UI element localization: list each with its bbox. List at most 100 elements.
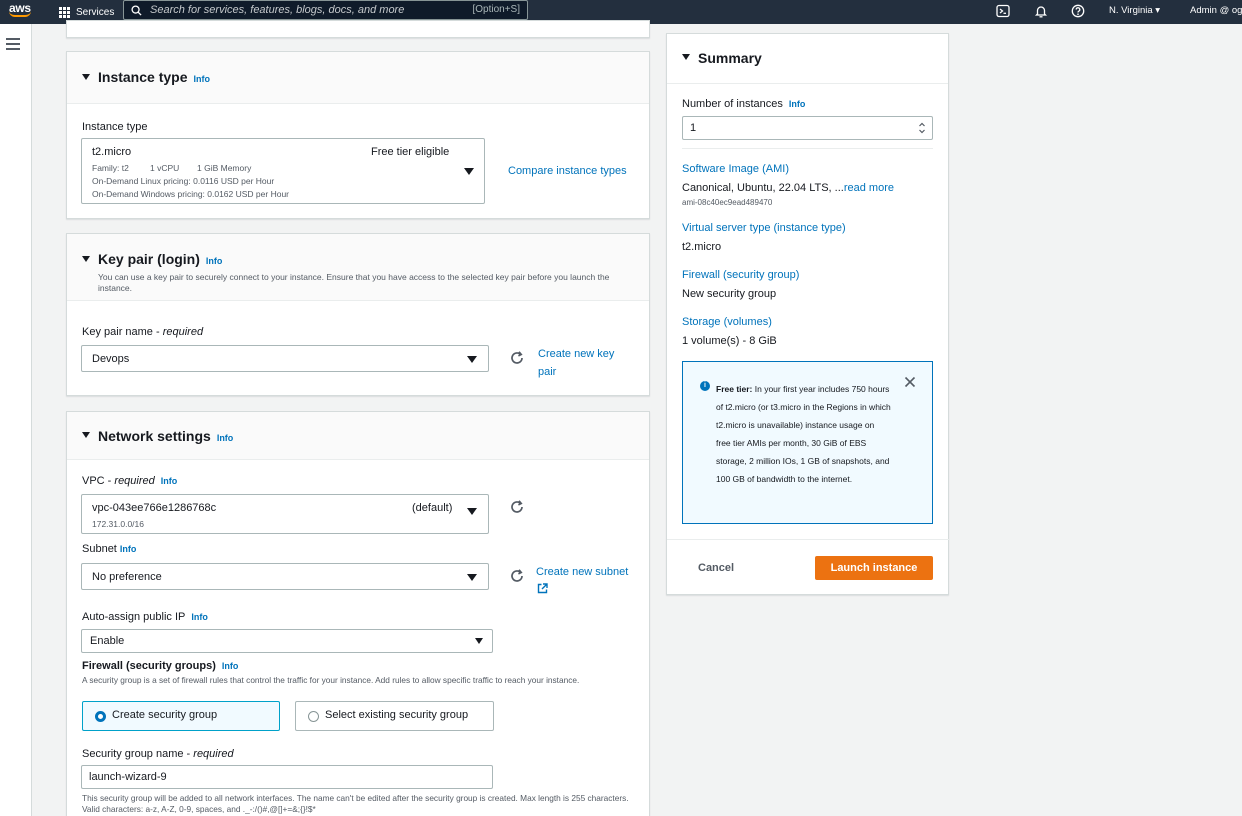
number-of-instances-label: Number of instances Info	[682, 98, 806, 110]
dropdown-caret-icon	[475, 638, 483, 644]
vpc-label: VPC - required Info	[82, 475, 178, 487]
cancel-button[interactable]: Cancel	[698, 562, 734, 574]
search-shortcut-hint: [Option+S]	[472, 4, 520, 15]
side-navigation-strip	[0, 24, 32, 816]
vpc-default-tag: (default)	[412, 502, 453, 514]
firewall-description: A security group is a set of firewall ru…	[82, 675, 580, 685]
free-tier-text: Free tier: In your first year includes 7…	[716, 384, 891, 484]
radio-create-security-group[interactable]: Create security group	[82, 701, 280, 731]
info-link[interactable]: Info	[222, 661, 239, 671]
bell-icon[interactable]	[1034, 4, 1048, 18]
menu-icon[interactable]	[6, 38, 20, 50]
instance-memory: 1 GiB Memory	[197, 163, 252, 173]
summary-title: Summary	[698, 50, 762, 66]
aws-logo[interactable]: aws	[9, 2, 35, 22]
dropdown-caret-icon	[467, 356, 477, 363]
number-of-instances-input[interactable]: 1	[682, 116, 933, 140]
windows-pricing: On-Demand Windows pricing: 0.0162 USD pe…	[92, 189, 290, 199]
stepper-icon[interactable]	[918, 121, 926, 135]
subnet-label: Subnet Info	[82, 543, 137, 555]
radio-select-existing-security-group[interactable]: Select existing security group	[295, 701, 494, 731]
auto-assign-ip-value: Enable	[90, 635, 125, 647]
info-link[interactable]: Info	[789, 99, 806, 109]
auto-assign-ip-select[interactable]: Enable	[81, 629, 493, 653]
previous-panel	[66, 20, 650, 38]
instance-type-header[interactable]: Instance type Info	[67, 52, 649, 104]
vpc-cidr: 172.31.0.0/16	[92, 519, 144, 529]
subnet-value: No preference	[92, 571, 162, 583]
free-tier-alert: i Free tier: In your first year includes…	[682, 361, 933, 524]
create-new-subnet-link[interactable]: Create new subnet	[536, 563, 628, 581]
compare-instance-types-link[interactable]: Compare instance types	[508, 162, 627, 180]
info-link[interactable]: Info	[193, 74, 210, 84]
info-link[interactable]: Info	[191, 612, 208, 622]
free-tier-badge: Free tier eligible	[371, 146, 450, 158]
refresh-icon[interactable]	[509, 350, 525, 366]
info-circle-icon: i	[700, 381, 710, 391]
caret-down-icon	[82, 256, 90, 262]
number-of-instances-value: 1	[690, 122, 697, 134]
ami-value: Canonical, Ubuntu, 22.04 LTS, ...read mo…	[682, 182, 894, 194]
radio-existing-label: Select existing security group	[325, 709, 469, 721]
dropdown-caret-icon	[467, 508, 477, 515]
external-link-icon[interactable]	[537, 583, 548, 594]
info-link[interactable]: Info	[206, 256, 223, 266]
info-link[interactable]: Info	[217, 433, 234, 443]
cloudshell-icon[interactable]	[996, 4, 1010, 18]
info-link[interactable]: Info	[161, 476, 178, 486]
info-link[interactable]: Info	[120, 544, 137, 554]
firewall-summary-label[interactable]: Firewall (security group)	[682, 269, 799, 281]
storage-label[interactable]: Storage (volumes)	[682, 316, 772, 328]
summary-panel: Summary Number of instances Info 1 Softwa…	[666, 33, 950, 595]
instance-type-select[interactable]: t2.micro Free tier eligible Family: t2 1…	[81, 138, 485, 204]
firewall-label: Firewall (security groups) Info	[82, 660, 239, 672]
subnet-select[interactable]: No preference	[81, 563, 489, 590]
divider	[667, 539, 950, 540]
network-settings-title: Network settings Info	[98, 428, 234, 444]
sg-name-input[interactable]	[81, 765, 493, 789]
firewall-summary-value: New security group	[682, 288, 777, 300]
radio-unselected-icon	[308, 711, 319, 722]
auto-assign-ip-label: Auto-assign public IP Info	[82, 611, 208, 623]
refresh-icon[interactable]	[509, 568, 525, 584]
radio-selected-icon	[95, 711, 106, 722]
key-pair-name-label: Key pair name - required	[82, 326, 204, 338]
services-label: Services	[76, 6, 115, 18]
search-input[interactable]	[150, 4, 450, 16]
caret-down-icon	[82, 74, 90, 80]
server-type-label[interactable]: Virtual server type (instance type)	[682, 222, 846, 234]
vpc-select[interactable]: vpc-043ee766e1286768c (default) 172.31.0…	[81, 494, 489, 534]
search-icon	[131, 4, 142, 16]
key-pair-header[interactable]: Key pair (login) Info You can use a key p…	[67, 234, 649, 301]
refresh-icon[interactable]	[509, 499, 525, 515]
global-search[interactable]: [Option+S]	[123, 0, 528, 20]
instance-family: Family: t2	[92, 163, 129, 173]
ami-label[interactable]: Software Image (AMI)	[682, 163, 789, 175]
key-pair-title: Key pair (login) Info	[98, 251, 223, 267]
region-selector[interactable]: N. Virginia ▾	[1109, 5, 1160, 16]
network-settings-header[interactable]: Network settings Info	[67, 412, 649, 460]
help-icon[interactable]	[1071, 4, 1085, 18]
instance-type-value: t2.micro	[92, 146, 132, 158]
dropdown-caret-icon	[467, 574, 477, 581]
instance-type-title: Instance type Info	[98, 69, 210, 85]
create-new-key-pair-link[interactable]: Create new key pair	[538, 345, 628, 381]
caret-down-icon	[82, 432, 90, 438]
divider	[682, 148, 933, 149]
summary-header[interactable]: Summary	[667, 34, 948, 84]
caret-down-icon	[682, 54, 690, 60]
sg-name-label: Security group name - required	[82, 748, 234, 760]
close-icon[interactable]	[904, 376, 916, 388]
launch-instance-button[interactable]: Launch instance	[815, 556, 933, 580]
ami-id: ami-08c40ec9ead489470	[682, 198, 773, 207]
instance-vcpu: 1 vCPU	[150, 163, 180, 173]
radio-create-label: Create security group	[112, 709, 218, 721]
grid-icon	[59, 6, 70, 18]
network-settings-panel: Network settings Info VPC - required Info …	[66, 411, 650, 816]
key-pair-select[interactable]: Devops	[81, 345, 489, 372]
aws-logo-text: aws	[9, 1, 31, 15]
account-menu[interactable]: Admin @ og	[1190, 5, 1242, 16]
key-pair-value: Devops	[92, 353, 130, 365]
dropdown-caret-icon	[464, 168, 474, 175]
ami-read-more-link[interactable]: read more	[844, 182, 894, 194]
